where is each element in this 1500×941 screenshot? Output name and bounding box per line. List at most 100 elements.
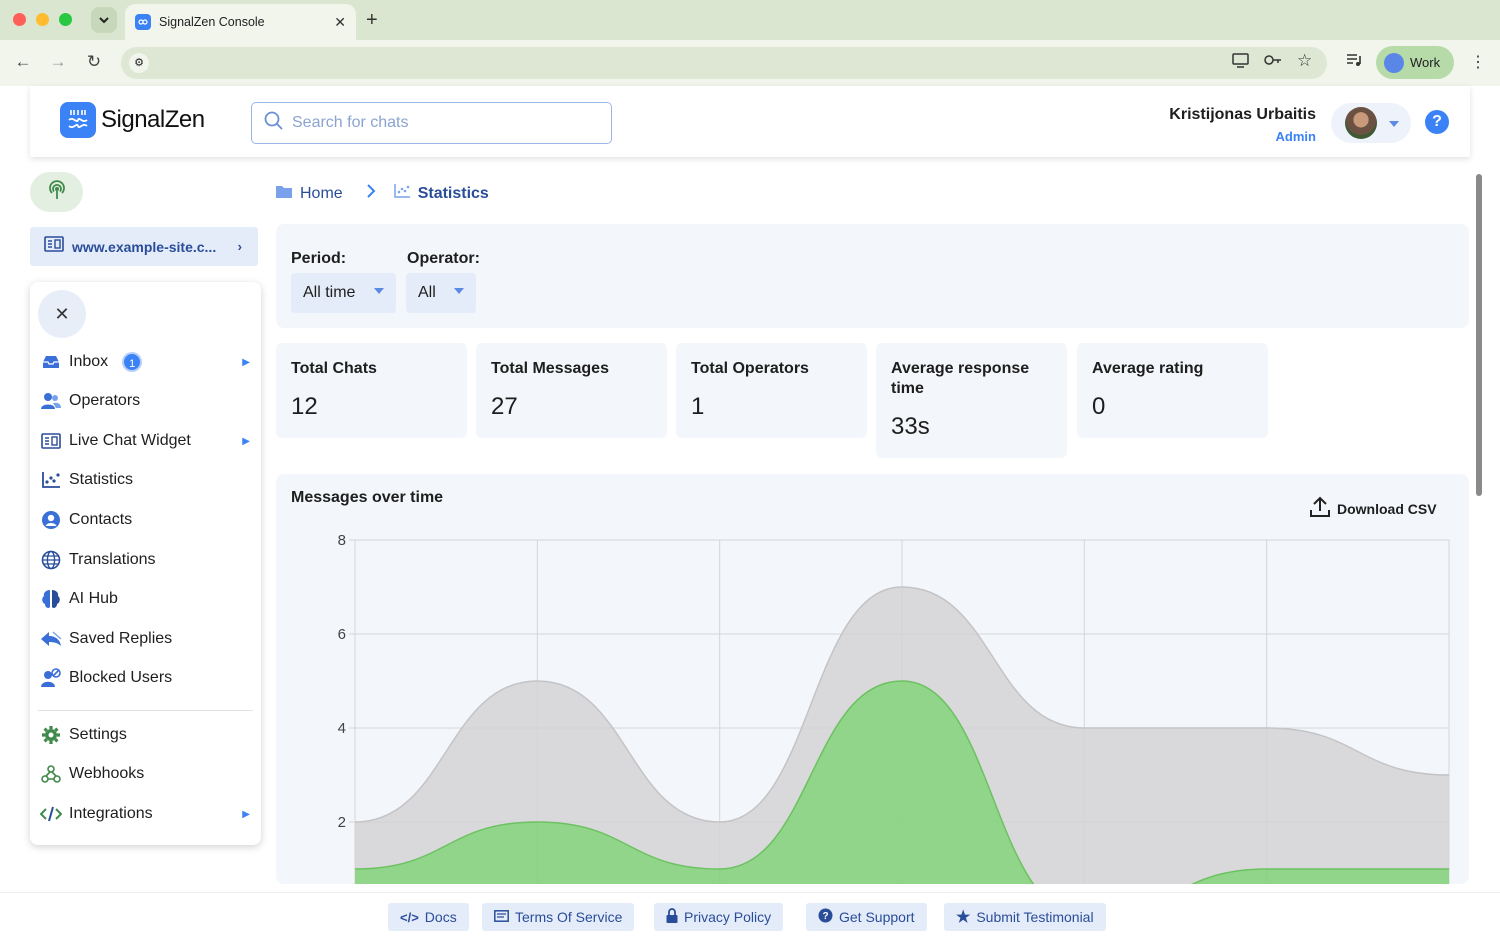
sidebar-item-integrations[interactable]: Integrations ▶ bbox=[40, 798, 250, 830]
caret-down-icon bbox=[454, 288, 464, 294]
gear-icon bbox=[40, 725, 62, 745]
profile-avatar bbox=[1384, 52, 1404, 73]
search-input[interactable] bbox=[292, 114, 592, 132]
sidebar-item-saved-replies[interactable]: Saved Replies bbox=[40, 623, 250, 655]
stat-title: Average rating bbox=[1092, 360, 1204, 377]
broadcast-icon bbox=[46, 179, 68, 206]
install-app-icon[interactable] bbox=[1232, 53, 1249, 72]
maximize-window-button[interactable] bbox=[59, 13, 72, 26]
logo[interactable]: SignalZen bbox=[60, 102, 205, 138]
site-settings-icon[interactable]: ⚙ bbox=[129, 53, 149, 73]
browser-menu-icon[interactable]: ⋮ bbox=[1470, 52, 1486, 72]
sidebar-item-operators[interactable]: Operators bbox=[40, 385, 250, 417]
stat-title: Total Messages bbox=[491, 360, 609, 377]
sidebar-item-label: Inbox bbox=[69, 353, 109, 370]
reload-icon[interactable]: ↻ bbox=[83, 52, 105, 72]
sidebar-item-label: Operators bbox=[69, 392, 141, 409]
reply-icon bbox=[40, 629, 62, 649]
sidebar-item-inbox[interactable]: Inbox 1 ▶ bbox=[40, 346, 250, 378]
sidebar-item-translations[interactable]: Translations bbox=[40, 544, 250, 576]
user-menu-button[interactable] bbox=[1331, 103, 1411, 143]
breadcrumb-home[interactable]: Home bbox=[300, 185, 343, 203]
code-icon bbox=[40, 804, 62, 824]
caret-right-icon: ▶ bbox=[242, 356, 250, 368]
svg-text:?: ? bbox=[822, 911, 828, 922]
footer-link-label: Submit Testimonial bbox=[976, 909, 1094, 925]
filter-panel: Period: All time Operator: All bbox=[276, 224, 1469, 328]
app-header: SignalZen Kristijonas Urbaitis Admin ? bbox=[30, 86, 1470, 157]
footer-link-label: Terms Of Service bbox=[515, 909, 623, 925]
operator-select[interactable]: All bbox=[406, 273, 476, 313]
y-tick-label: 8 bbox=[338, 532, 346, 549]
page: SignalZen Kristijonas Urbaitis Admin ? w… bbox=[0, 86, 1500, 941]
close-menu-button[interactable]: ✕ bbox=[38, 290, 86, 338]
sidebar-item-label: Contacts bbox=[69, 511, 133, 528]
media-controls-icon[interactable] bbox=[1346, 53, 1362, 71]
search-box[interactable] bbox=[251, 102, 612, 144]
sidebar-item-contacts[interactable]: Contacts bbox=[40, 504, 250, 536]
blocked-user-icon bbox=[40, 668, 62, 688]
stat-value: 33s bbox=[891, 413, 930, 440]
status-toggle[interactable] bbox=[30, 172, 83, 212]
sidebar-item-webhooks[interactable]: Webhooks bbox=[40, 758, 250, 790]
sidebar-item-label: Integrations bbox=[69, 805, 153, 822]
code-icon: </> bbox=[400, 909, 419, 925]
sidebar-item-label: Saved Replies bbox=[69, 630, 173, 647]
back-icon[interactable]: ← bbox=[12, 52, 34, 72]
widget-icon bbox=[44, 236, 64, 257]
period-value: All time bbox=[303, 284, 356, 301]
forward-icon[interactable]: → bbox=[47, 52, 69, 72]
stat-value: 0 bbox=[1092, 393, 1106, 420]
footer-link-testimonial[interactable]: ★ Submit Testimonial bbox=[944, 903, 1106, 931]
bookmark-star-icon[interactable]: ☆ bbox=[1297, 51, 1312, 71]
close-window-button[interactable] bbox=[13, 13, 26, 26]
minimize-window-button[interactable] bbox=[36, 13, 49, 26]
chevron-right-icon: › bbox=[237, 239, 242, 254]
browser-tab[interactable]: SignalZen Console ✕ bbox=[125, 4, 356, 40]
sidebar-item-label: Settings bbox=[69, 726, 127, 743]
footer-link-terms[interactable]: Terms Of Service bbox=[482, 903, 635, 931]
sidebar-item-statistics[interactable]: Statistics bbox=[40, 464, 250, 496]
stat-card-total-operators: Total Operators 1 bbox=[676, 343, 867, 438]
url-field[interactable]: ⚙ bbox=[121, 47, 1327, 79]
breadcrumb: Home Statistics bbox=[276, 184, 489, 203]
sidebar-item-live-chat-widget[interactable]: Live Chat Widget ▶ bbox=[40, 425, 250, 457]
y-tick-label: 6 bbox=[338, 626, 346, 643]
footer-link-docs[interactable]: </> Docs bbox=[388, 903, 469, 931]
tab-close-icon[interactable]: ✕ bbox=[334, 14, 346, 31]
site-selector[interactable]: www.example-site.c... › bbox=[30, 227, 258, 266]
stat-title: Average response time bbox=[891, 360, 1030, 397]
password-key-icon[interactable] bbox=[1264, 53, 1282, 70]
stat-card-total-messages: Total Messages 27 bbox=[476, 343, 667, 438]
tab-search-icon[interactable] bbox=[91, 7, 117, 33]
footer-link-privacy[interactable]: Privacy Policy bbox=[654, 903, 784, 931]
site-label: www.example-site.c... bbox=[72, 238, 217, 255]
footer-link-support[interactable]: ? Get Support bbox=[806, 903, 927, 931]
sidebar-item-blocked-users[interactable]: Blocked Users bbox=[40, 662, 250, 694]
document-icon bbox=[494, 909, 509, 925]
caret-down-icon bbox=[374, 288, 384, 294]
period-select[interactable]: All time bbox=[291, 273, 396, 313]
y-tick-label: 2 bbox=[338, 814, 346, 831]
footer: </> Docs Terms Of Service Privacy Policy… bbox=[0, 892, 1500, 941]
operator-value: All bbox=[418, 284, 436, 301]
messages-chart: 024682019-11-242019-11-252022-03-112022-… bbox=[338, 532, 1450, 884]
user-name: Kristijonas Urbaitis bbox=[1169, 106, 1316, 123]
footer-link-label: Docs bbox=[424, 909, 457, 925]
sidebar-item-ai-hub[interactable]: AI Hub bbox=[40, 583, 250, 615]
sidebar-item-settings[interactable]: Settings bbox=[40, 719, 250, 751]
help-icon[interactable]: ? bbox=[1425, 110, 1449, 134]
tab-title: SignalZen Console bbox=[159, 15, 265, 29]
question-icon: ? bbox=[818, 908, 833, 926]
widget-icon bbox=[40, 431, 62, 451]
globe-icon bbox=[40, 550, 62, 570]
webhook-icon bbox=[40, 764, 62, 784]
sidebar-item-label: Translations bbox=[69, 551, 156, 568]
profile-button[interactable]: Work bbox=[1376, 46, 1454, 79]
scrollbar[interactable] bbox=[1476, 174, 1482, 496]
sidebar-item-label: Blocked Users bbox=[69, 669, 173, 686]
sidebar-item-label: Webhooks bbox=[69, 765, 145, 782]
brain-icon bbox=[40, 589, 62, 609]
new-tab-icon[interactable]: + bbox=[366, 9, 378, 32]
caret-right-icon: ▶ bbox=[242, 808, 250, 820]
